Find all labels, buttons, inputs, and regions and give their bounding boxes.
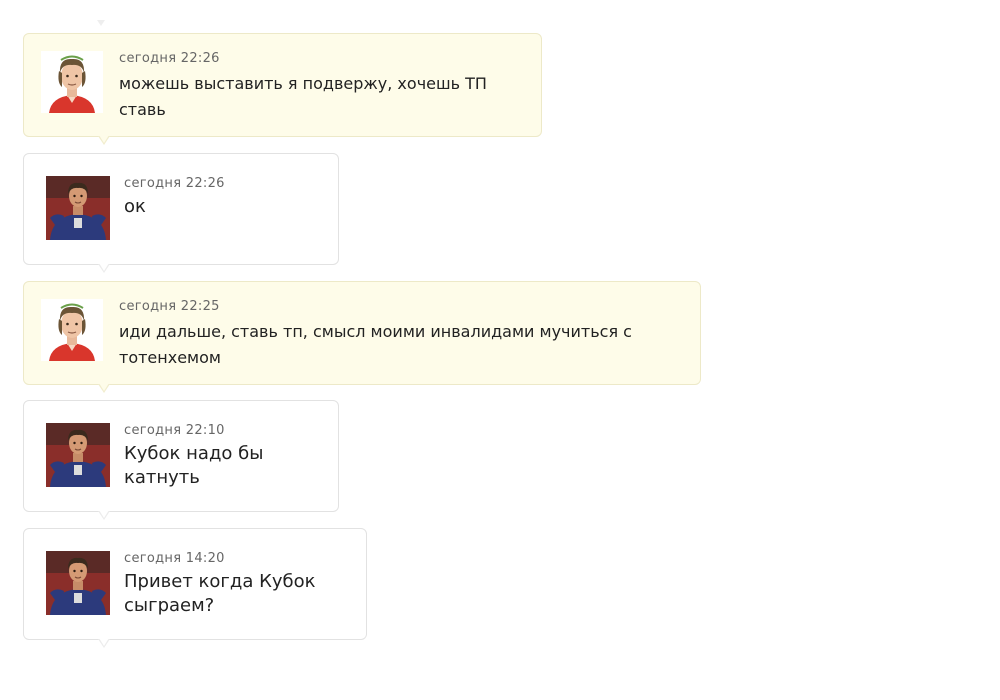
message-time: сегодня 22:25 — [119, 299, 220, 314]
message-list: сегодня 22:26 можешь выставить я подверж… — [0, 0, 1000, 700]
previous-message-tail — [97, 20, 105, 26]
message-item[interactable]: сегодня 22:26 можешь выставить я подверж… — [23, 33, 542, 145]
player-blue-shirt-avatar[interactable] — [46, 176, 110, 240]
message-text-line: тотенхемом — [119, 348, 221, 367]
message-text-line: Привет когда Кубок — [124, 571, 316, 592]
player-red-shirt-avatar[interactable] — [41, 51, 103, 113]
message-text-line: можешь выставить я подвержу, хочешь ТП — [119, 74, 487, 93]
player-red-shirt-avatar[interactable] — [41, 299, 103, 361]
message-item[interactable]: сегодня 22:10 Кубок надо бы катнуть — [23, 400, 339, 520]
message-text-line: катнуть — [124, 467, 200, 488]
message-text-line: иди дальше, ставь тп, смысл моими инвали… — [119, 322, 632, 341]
message-text-line: Кубок надо бы — [124, 443, 264, 464]
message-text-line: сыграем? — [124, 595, 215, 616]
message-time: сегодня 22:26 — [124, 176, 225, 191]
message-text-line: ок — [124, 196, 146, 217]
message-item[interactable]: сегодня 14:20 Привет когда Кубок сыграем… — [23, 528, 367, 648]
message-time: сегодня 22:10 — [124, 423, 225, 438]
player-blue-shirt-avatar[interactable] — [46, 551, 110, 615]
message-text-line: ставь — [119, 100, 166, 119]
player-blue-shirt-avatar[interactable] — [46, 423, 110, 487]
message-time: сегодня 22:26 — [119, 51, 220, 66]
message-time: сегодня 14:20 — [124, 551, 225, 566]
message-item[interactable]: сегодня 22:25 иди дальше, ставь тп, смыс… — [23, 281, 701, 393]
message-item[interactable]: сегодня 22:26 ок — [23, 153, 339, 273]
